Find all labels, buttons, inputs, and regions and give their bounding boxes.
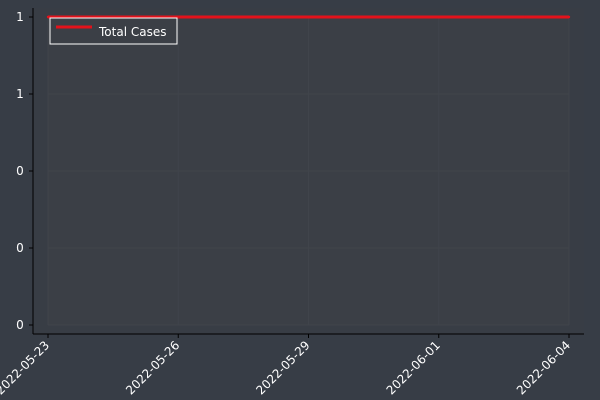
- legend: Total Cases: [49, 17, 178, 45]
- chart: 00011 2022-05-23 2022-05-26 2022-05-29 2022…: [0, 0, 600, 400]
- y-tick-label: 0: [16, 318, 24, 332]
- data-point: [480, 15, 484, 19]
- y-tick-label: 0: [16, 241, 24, 255]
- data-point: [307, 15, 310, 19]
- data-point: [567, 15, 571, 19]
- legend-label: Total Cases: [98, 25, 166, 39]
- y-tick-label: 1: [16, 10, 24, 24]
- data-point: [263, 15, 267, 19]
- y-tick-label: 0: [16, 164, 24, 178]
- data-point: [350, 15, 354, 19]
- y-tick-label: 1: [16, 87, 24, 101]
- data-point: [524, 15, 527, 19]
- data-point: [394, 15, 397, 19]
- data-point: [46, 15, 50, 19]
- data-point: [220, 15, 223, 19]
- data-point: [437, 15, 440, 19]
